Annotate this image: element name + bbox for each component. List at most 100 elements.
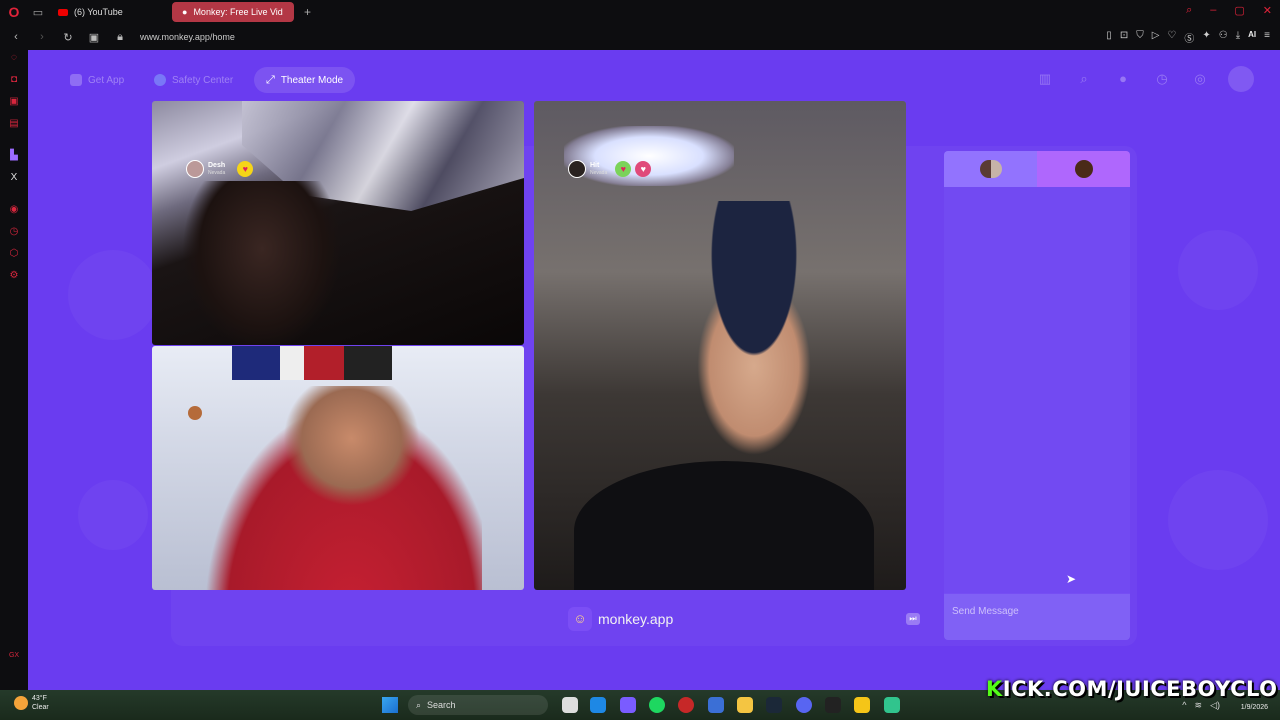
app-icon[interactable]	[620, 697, 636, 713]
user-location: Nevada	[590, 170, 608, 176]
safety-icon	[154, 74, 166, 86]
edge-icon[interactable]	[590, 697, 606, 713]
user-name: Hit	[590, 162, 600, 169]
user-tag-hit[interactable]: Hit Nevada ♥ ♥	[568, 160, 652, 178]
sidebar-tv-icon[interactable]: ▣	[8, 96, 20, 108]
search-label: Search	[427, 700, 456, 710]
profile-icon[interactable]: ⚇	[1219, 30, 1228, 45]
start-button[interactable]	[382, 697, 398, 713]
store-icon[interactable]	[708, 697, 724, 713]
close-icon[interactable]: ✕	[1263, 4, 1272, 17]
opera-icon[interactable]	[678, 697, 694, 713]
x-icon[interactable]: X	[8, 172, 20, 184]
workspaces-icon[interactable]: ▭	[28, 0, 48, 24]
gx-icon[interactable]: GX	[8, 650, 20, 662]
browser-tab-bar: O ▭ (6) YouTube ● Monkey: Free Live Vid …	[0, 0, 1280, 24]
lock-icon: 🔒︎	[117, 30, 123, 43]
theater-mode-button[interactable]: ⤢ Theater Mode	[254, 67, 356, 93]
aria-icon[interactable]: ◌	[8, 52, 20, 64]
taskbar-search[interactable]: ⌕ Search	[408, 695, 548, 715]
ai-button[interactable]: AI	[1248, 30, 1256, 45]
brand-text: monkey.app	[598, 611, 674, 627]
download-icon[interactable]: ⤓	[1236, 30, 1240, 45]
sidebar-mail-icon[interactable]: ▤	[8, 118, 20, 130]
maximize-icon[interactable]: ▢	[1234, 4, 1244, 17]
app-icon[interactable]	[884, 697, 900, 713]
wifi-icon[interactable]: ≋	[1195, 700, 1203, 711]
mouse-cursor-icon: ➤	[1066, 572, 1077, 586]
phone-icon	[70, 74, 82, 86]
history-icon[interactable]: ◷	[8, 226, 20, 238]
minimize-icon[interactable]: –	[1210, 4, 1216, 17]
discord-icon[interactable]	[796, 697, 812, 713]
forward-icon[interactable]: ›	[32, 31, 52, 43]
avatar[interactable]	[1228, 66, 1254, 92]
system-tray: ^ ≋ ◁)	[1182, 700, 1220, 711]
browser-sidebar: ◌ ◘ ▣ ▤ ▙ X ◉ ◷ ⬡ ⚙ GX	[0, 50, 28, 690]
chat-tab-group[interactable]	[944, 151, 1037, 187]
monkey-logo-icon: ☺	[568, 607, 592, 631]
skip-icon[interactable]: ⏭	[906, 613, 920, 625]
user-name: Desh	[208, 162, 226, 169]
gift-badge-icon	[188, 406, 202, 420]
gift-badge-icon: ♥	[635, 161, 652, 177]
expand-icon: ⤢	[266, 73, 275, 86]
shield-icon[interactable]: ⛉	[1136, 30, 1144, 45]
steam-icon[interactable]	[766, 697, 782, 713]
spotify-icon[interactable]	[649, 697, 665, 713]
weather-widget[interactable]: 43°F Clear	[14, 694, 49, 712]
avatar	[568, 160, 586, 178]
settings-icon[interactable]: ⚙	[8, 270, 20, 282]
bookmark-icon[interactable]: ▯	[1106, 30, 1112, 45]
taskbar-date[interactable]: 1/9/2026	[1241, 704, 1268, 711]
window-controls: ⌕ – ▢ ✕	[1186, 4, 1272, 17]
rockstar-icon[interactable]	[854, 697, 870, 713]
search-icon[interactable]: ⌕	[1075, 70, 1093, 88]
heart-badge-icon: ♥	[237, 161, 254, 177]
tab-youtube[interactable]: (6) YouTube	[48, 2, 168, 22]
chat-icon[interactable]: ◎	[1191, 70, 1209, 88]
sidebar-circle-icon[interactable]: ◉	[8, 204, 20, 216]
video-bottom-left	[152, 346, 524, 590]
avatar	[186, 160, 204, 178]
menu-icon[interactable]: ≡	[1264, 30, 1270, 45]
extensions-icon[interactable]: ✦	[1202, 30, 1210, 45]
weather-desc: Clear	[32, 704, 49, 711]
weather-temp: 43°F	[32, 695, 47, 702]
avatar	[1074, 160, 1093, 178]
url-field[interactable]: www.monkey.app/home	[140, 32, 235, 42]
volume-icon[interactable]: ◁)	[1210, 700, 1220, 711]
snapshot-icon[interactable]: ⊡	[1120, 30, 1128, 45]
safety-center-button[interactable]: Safety Center	[142, 67, 245, 93]
brand-watermark: ☺ monkey.app	[568, 607, 673, 631]
extension-s-icon[interactable]: Ⓢ	[1184, 30, 1194, 45]
opera-logo-icon[interactable]: O	[0, 0, 28, 24]
epic-icon[interactable]	[825, 697, 841, 713]
user-tag-desh[interactable]: Desh Nevada ♥	[186, 160, 254, 178]
send-message-input[interactable]: Send Message	[944, 594, 1130, 640]
new-tab-button[interactable]: +	[298, 5, 317, 19]
chevron-up-icon[interactable]: ^	[1182, 700, 1186, 711]
camera-icon[interactable]: ▣	[84, 31, 104, 44]
sidebar-cube-icon[interactable]: ⬡	[8, 248, 20, 260]
folder-icon[interactable]	[737, 697, 753, 713]
store-icon[interactable]: ▥	[1036, 70, 1054, 88]
clock-icon[interactable]: ◷	[1153, 70, 1171, 88]
chat-tab-user[interactable]	[1037, 151, 1130, 187]
sidebar-lock-icon[interactable]: ◘	[8, 74, 20, 86]
back-icon[interactable]: ‹	[6, 31, 26, 43]
coin-icon[interactable]: ●	[1114, 70, 1132, 88]
heart-icon[interactable]: ♡	[1167, 30, 1176, 45]
get-app-button[interactable]: Get App	[58, 67, 136, 93]
tab-monkey[interactable]: ● Monkey: Free Live Vid	[172, 2, 294, 22]
file-icon[interactable]	[562, 697, 578, 713]
kick-letter: K	[986, 677, 1003, 701]
play-icon[interactable]: ▷	[1152, 30, 1160, 45]
twitch-icon[interactable]: ▙	[8, 150, 20, 162]
toolbar-icons: ▯ ⊡ ⛉ ▷ ♡ Ⓢ ✦ ⚇ ⤓ AI ≡	[1106, 30, 1270, 45]
chat-messages	[944, 187, 1130, 593]
youtube-icon	[58, 8, 68, 16]
reload-icon[interactable]: ↻	[58, 31, 78, 44]
weather-icon	[14, 696, 28, 710]
search-tabs-icon[interactable]: ⌕	[1186, 4, 1192, 17]
